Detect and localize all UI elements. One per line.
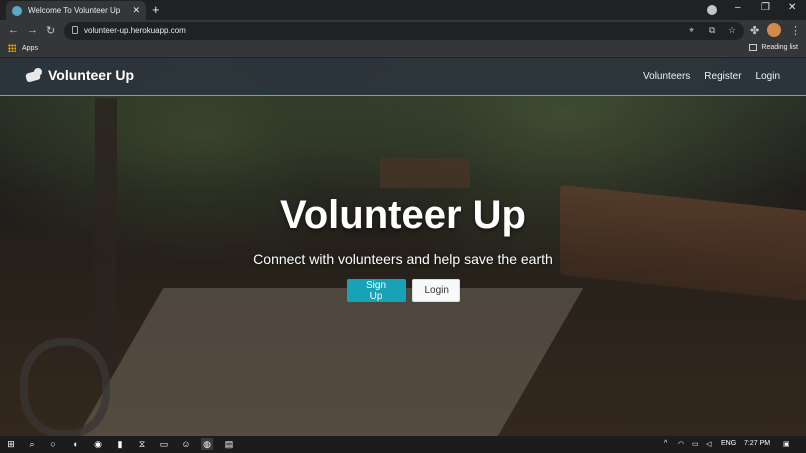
translate-icon[interactable]: ⧉ (709, 25, 715, 36)
helping-hand-icon (26, 68, 44, 82)
reading-list-label: Reading list (761, 44, 798, 51)
extensions-icon[interactable]: ✤ (750, 24, 759, 37)
battery-icon[interactable]: ▭ (692, 440, 699, 448)
lock-icon (72, 26, 78, 34)
file-explorer-icon[interactable]: ▭ (158, 438, 170, 450)
login-button[interactable]: Login (411, 279, 460, 302)
chrome-icon[interactable]: ◍ (201, 438, 213, 450)
windows-taskbar: ⊞ ⌕ ○ ◐ ◉ ▮ ⧖ ▭ ☺ ◍ ▤ ^ ◠ ▭ ◁ ENG 7:27 P… (0, 436, 806, 453)
back-icon[interactable]: ← (8, 24, 19, 36)
nav-links: Volunteers Register Login (643, 71, 780, 82)
notifications-icon[interactable]: ▣ (783, 440, 790, 448)
profile-avatar[interactable] (767, 23, 781, 37)
vscode-icon[interactable]: ⧖ (136, 438, 148, 450)
apps-label: Apps (22, 44, 38, 52)
reading-list-icon (749, 44, 758, 51)
clock[interactable]: 7:27 PM (744, 440, 770, 447)
nav-login-link[interactable]: Login (756, 71, 780, 82)
url-text: volunteer-up.herokuapp.com (84, 26, 186, 35)
browser-toolbar: ← → ↻ volunteer-up.herokuapp.com ⌖ ⧉ ☆ ✤… (0, 20, 806, 42)
brand-name: Volunteer Up (48, 67, 135, 83)
minimize-icon[interactable]: – (735, 2, 741, 13)
nav-register-link[interactable]: Register (704, 71, 741, 82)
apps-bookmark[interactable]: Apps (8, 44, 38, 52)
nav-volunteers-link[interactable]: Volunteers (643, 71, 690, 82)
reload-icon[interactable]: ↻ (46, 24, 55, 37)
site-favicon-icon (12, 5, 22, 16)
restore-icon[interactable]: ❐ (761, 2, 770, 13)
browser-tab[interactable]: Welcome To Volunteer Up ✕ (6, 1, 146, 20)
bookmarks-bar: Apps Reading list (0, 42, 806, 57)
tab-title: Welcome To Volunteer Up (28, 6, 121, 15)
hero-buttons: Sign Up Login (0, 279, 806, 302)
close-tab-icon[interactable]: ✕ (132, 5, 140, 16)
volume-icon[interactable]: ◁ (706, 440, 711, 448)
terminal-icon[interactable]: ▤ (223, 438, 235, 450)
site-navbar: Volunteer Up Volunteers Register Login (0, 58, 806, 96)
location-icon[interactable]: ⌖ (689, 25, 694, 36)
apps-grid-icon (8, 44, 16, 52)
edge-icon[interactable]: ◐ (70, 438, 82, 450)
language-indicator[interactable]: ENG (721, 440, 736, 447)
app-red-icon[interactable]: ▮ (114, 438, 126, 450)
page-viewport: Volunteer Up Volunteers Register Login V… (0, 58, 806, 436)
windows-start-icon[interactable]: ⊞ (5, 438, 17, 450)
tab-search-icon[interactable] (707, 5, 717, 15)
hero-subtitle: Connect with volunteers and help save th… (253, 251, 553, 267)
hero-section: Volunteer Up Connect with volunteers and… (0, 58, 806, 436)
new-tab-icon[interactable]: + (152, 3, 160, 16)
discord-icon[interactable]: ☺ (180, 438, 192, 450)
bookmark-star-icon[interactable]: ☆ (728, 25, 736, 36)
forward-icon[interactable]: → (27, 24, 38, 36)
reading-list-button[interactable]: Reading list (749, 44, 798, 51)
search-icon[interactable]: ⌕ (26, 438, 38, 450)
tray-chevron-icon[interactable]: ^ (664, 440, 667, 447)
sign-up-button[interactable]: Sign Up (346, 279, 406, 302)
address-bar[interactable]: volunteer-up.herokuapp.com ⌖ ⧉ ☆ (64, 22, 744, 40)
hero-title: Volunteer Up (280, 193, 526, 237)
close-window-icon[interactable]: ✕ (788, 2, 796, 13)
network-icon[interactable]: ◠ (678, 440, 684, 448)
xbox-icon[interactable]: ◉ (92, 438, 104, 450)
brand-link[interactable]: Volunteer Up (26, 67, 134, 83)
tab-strip: Welcome To Volunteer Up ✕ + – ❐ ✕ (0, 0, 806, 20)
cortana-icon[interactable]: ○ (47, 438, 59, 450)
menu-icon[interactable]: ⋮ (790, 24, 801, 37)
